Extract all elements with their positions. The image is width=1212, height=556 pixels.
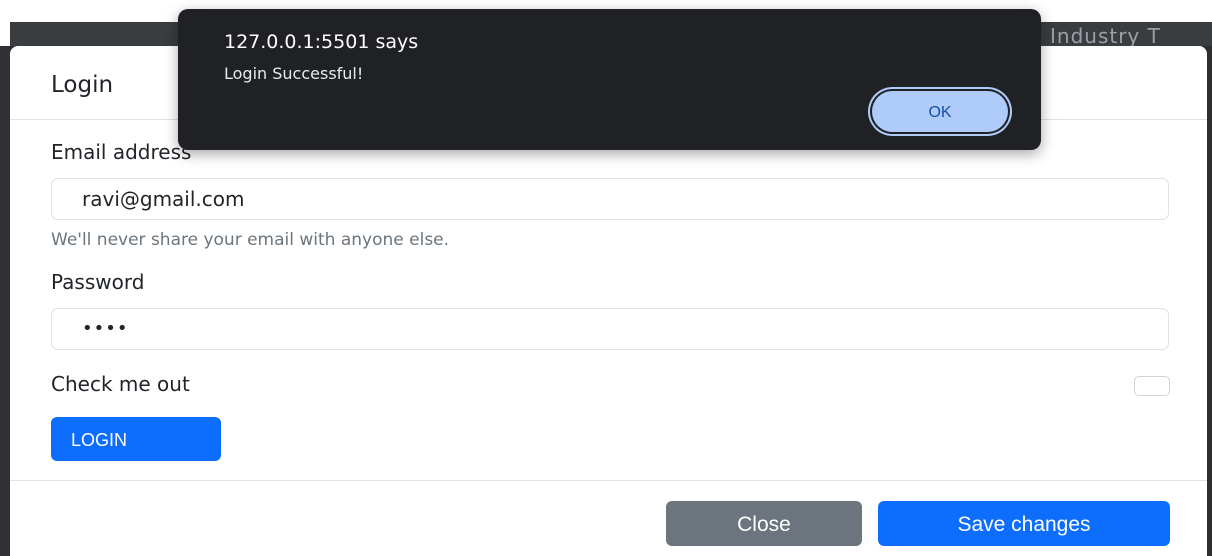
modal-backdrop xyxy=(0,46,10,556)
alert-title: 127.0.0.1:5501 says xyxy=(224,31,419,53)
login-button[interactable]: LOGIN xyxy=(51,417,221,461)
close-button[interactable]: Close xyxy=(666,501,862,546)
password-input[interactable]: •••• xyxy=(51,308,1169,350)
checkbox-label: Check me out xyxy=(51,372,190,396)
save-changes-button[interactable]: Save changes xyxy=(878,501,1170,546)
alert-message: Login Successful! xyxy=(224,64,364,83)
ok-button[interactable]: OK xyxy=(872,91,1008,132)
email-input[interactable]: ravi@gmail.com xyxy=(51,178,1169,220)
navbar-link: Industry T xyxy=(1050,24,1161,48)
email-label: Email address xyxy=(51,140,192,164)
email-help-text: We'll never share your email with anyone… xyxy=(51,230,450,250)
modal-title: Login xyxy=(51,72,114,98)
check-me-out-checkbox[interactable] xyxy=(1134,376,1170,396)
password-label: Password xyxy=(51,270,145,294)
modal-footer: Close Save changes xyxy=(10,480,1207,556)
alert-dialog: 127.0.0.1:5501 says Login Successful! OK xyxy=(178,9,1041,150)
